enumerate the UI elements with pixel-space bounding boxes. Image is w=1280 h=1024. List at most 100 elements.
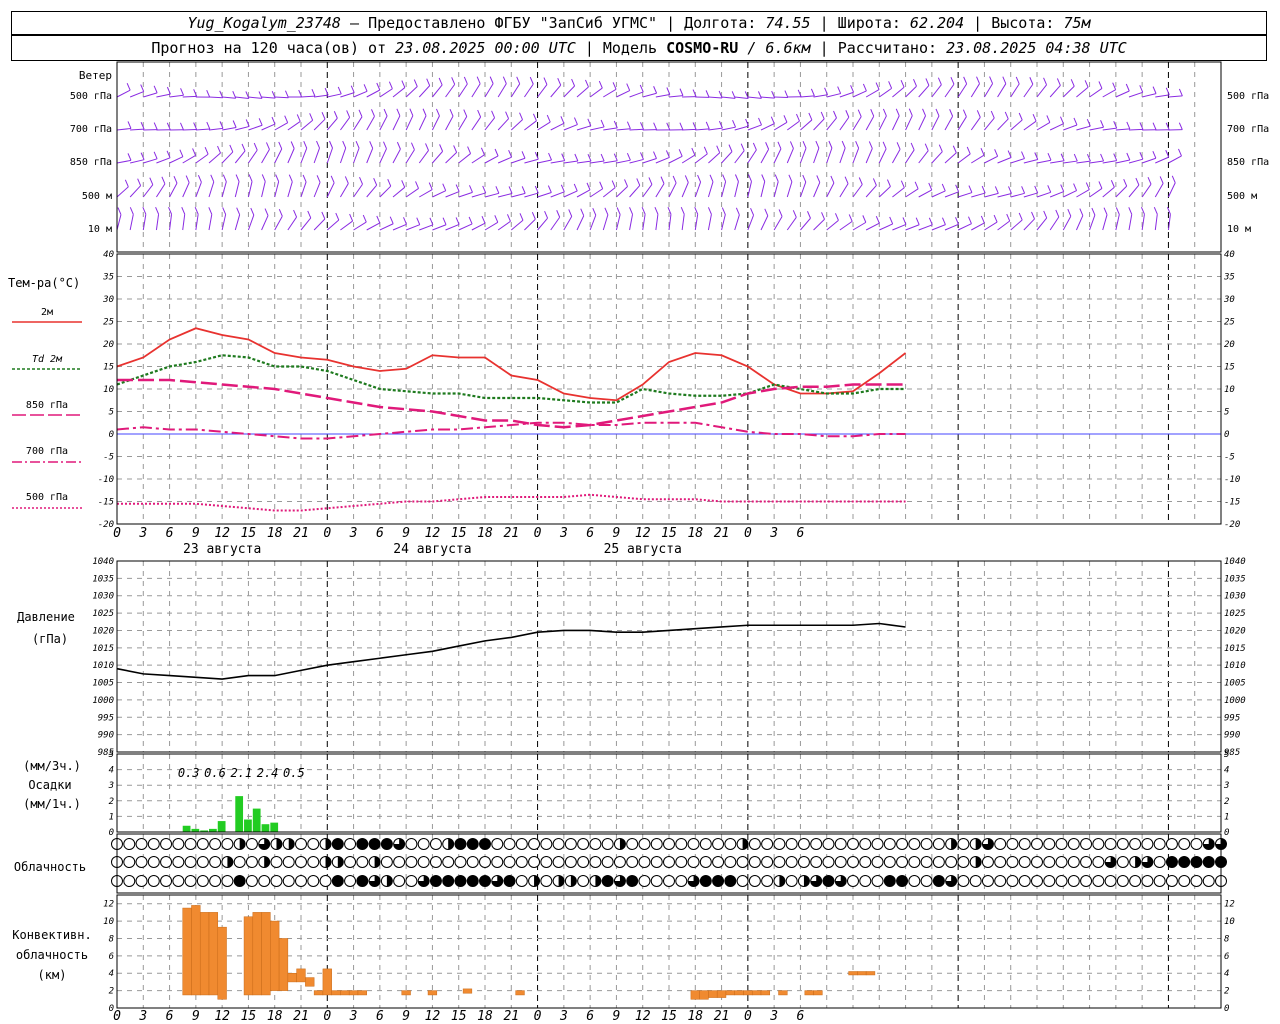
wind-barb bbox=[484, 221, 499, 231]
wind-barb-flag bbox=[416, 217, 421, 225]
wind-barb-flag bbox=[721, 207, 726, 215]
wind-barb bbox=[905, 85, 917, 98]
cloud-cover-fill-middle bbox=[1135, 856, 1141, 868]
cloud-cover-bottom bbox=[981, 875, 994, 887]
wind-barb bbox=[274, 181, 280, 198]
wind-barb bbox=[655, 214, 659, 231]
cloud-cover-middle bbox=[859, 856, 872, 868]
cloud-cover-bottom bbox=[196, 875, 209, 887]
cloud-cover-bottom bbox=[209, 875, 222, 887]
x-tick-label-conv: 18 bbox=[477, 1009, 493, 1024]
wind-barb-flag bbox=[722, 174, 727, 182]
wind-barb bbox=[603, 160, 618, 164]
wind-barb-flag bbox=[442, 217, 447, 225]
wind-barb bbox=[1062, 215, 1072, 231]
cloud-cover-bottom bbox=[344, 875, 357, 887]
wind-barb bbox=[1128, 91, 1143, 98]
cloud-cover-middle bbox=[797, 856, 810, 868]
cloud-cover-top bbox=[540, 838, 553, 850]
wind-barb bbox=[1036, 121, 1051, 131]
y-tick-left-conv: 0 bbox=[109, 1004, 114, 1014]
cloud-cover-middle bbox=[123, 856, 136, 868]
wind-barb bbox=[1023, 192, 1038, 198]
cloud-cover-top bbox=[564, 838, 577, 850]
x-tick-label-conv: 12 bbox=[635, 1009, 651, 1024]
wind-barb-flag bbox=[229, 144, 234, 153]
wind-barb bbox=[247, 181, 253, 198]
wind-barb bbox=[405, 86, 418, 98]
wind-barb bbox=[800, 119, 813, 131]
y-tick-right-prec: 5 bbox=[1224, 750, 1229, 760]
wind-barb-flag bbox=[828, 140, 833, 149]
cloud-cover-bottom bbox=[540, 875, 553, 887]
cloud-cover-fill-top bbox=[975, 838, 982, 850]
cloud-cover-fill-middle bbox=[264, 856, 270, 868]
wind-barb-flag bbox=[968, 216, 972, 224]
wind-barb-flag bbox=[181, 206, 186, 215]
wind-barb-flag bbox=[373, 177, 378, 186]
y-tick-right-prec: 3 bbox=[1223, 781, 1229, 791]
wind-barb bbox=[970, 83, 980, 98]
wind-barb-flag bbox=[913, 79, 917, 87]
wind-barb bbox=[419, 189, 433, 198]
wind-barb-flag bbox=[862, 215, 867, 223]
y-tick-left-temp: 25 bbox=[103, 318, 114, 328]
cloud-cover-top bbox=[712, 838, 725, 850]
conv-cloud-bar bbox=[716, 990, 727, 998]
wind-barb bbox=[629, 185, 641, 198]
y-tick-right-prec: 0 bbox=[1224, 828, 1229, 838]
wind-barb bbox=[655, 156, 670, 164]
x-tick-label-temp: 6 bbox=[586, 526, 594, 541]
wind-barb bbox=[786, 217, 797, 231]
cloud-cover-bottom bbox=[1129, 875, 1142, 887]
y-tick-right-pres: 1040 bbox=[1224, 557, 1246, 567]
wind-barbs-layer bbox=[116, 76, 1183, 231]
wind-barb bbox=[1102, 214, 1108, 231]
conv-cloud-bar bbox=[243, 916, 254, 996]
cloud-cover-fill-bottom bbox=[779, 875, 785, 887]
wind-barb bbox=[445, 152, 457, 164]
y-tick-left-prec: 2 bbox=[109, 797, 114, 807]
cloud-cover-middle bbox=[589, 856, 602, 868]
wind-barb bbox=[826, 182, 835, 198]
wind-barb-flag bbox=[592, 207, 597, 216]
cloud-cover-bottom bbox=[295, 875, 307, 887]
precip-bar bbox=[244, 819, 252, 832]
x-tick-label-conv: 21 bbox=[293, 1009, 309, 1024]
wind-barb-flag bbox=[521, 186, 526, 194]
wind-barb bbox=[879, 223, 893, 231]
wind-barb bbox=[655, 93, 670, 98]
wind-barb bbox=[511, 192, 526, 198]
cloud-cover-top bbox=[748, 838, 761, 850]
x-tick-label-temp: 18 bbox=[477, 526, 493, 541]
cloud-cover-top bbox=[785, 838, 798, 850]
wind-barb bbox=[405, 149, 415, 164]
wind-barb-flag bbox=[624, 179, 628, 187]
cloud-cover-middle bbox=[1092, 856, 1105, 868]
wind-barb bbox=[668, 155, 683, 164]
wind-barb bbox=[603, 127, 618, 131]
conv-cloud-bar bbox=[278, 938, 289, 991]
conv-cloud-bar bbox=[208, 912, 219, 996]
x-tick-label-temp: 3 bbox=[349, 526, 358, 541]
wind-barb bbox=[497, 83, 507, 98]
wind-barb bbox=[773, 216, 783, 231]
wind-barb-flag bbox=[560, 116, 565, 124]
wind-barb-flag bbox=[303, 141, 308, 149]
wind-barb bbox=[918, 150, 929, 164]
wind-barb-flag bbox=[383, 141, 387, 149]
conv-cloud-bar bbox=[515, 990, 525, 996]
wind-barb-flag bbox=[980, 147, 985, 156]
wind-barb bbox=[287, 121, 301, 131]
wind-barb bbox=[379, 148, 387, 164]
wind-barb-flag bbox=[1100, 120, 1105, 128]
wind-barb-flag bbox=[127, 121, 132, 129]
wind-barb bbox=[957, 83, 968, 98]
wind-barb bbox=[274, 122, 288, 131]
cloud-cover-top bbox=[454, 838, 467, 850]
y-tick-right-temp: 25 bbox=[1224, 318, 1235, 328]
wind-barb bbox=[905, 188, 919, 198]
cloud-cover-middle bbox=[356, 856, 369, 868]
wind-barb bbox=[432, 190, 446, 198]
conv-title-2: облачность bbox=[16, 948, 88, 962]
